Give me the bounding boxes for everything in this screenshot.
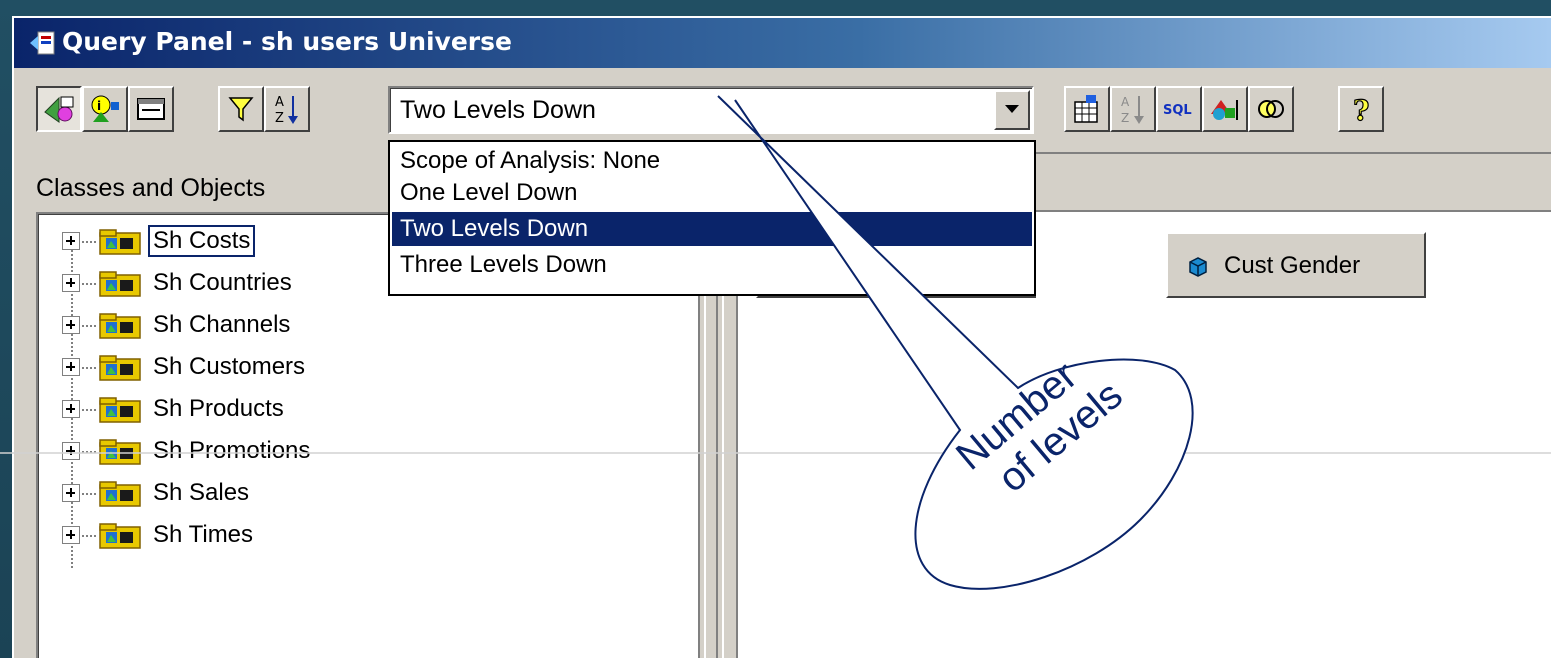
help-button[interactable]: ? bbox=[1338, 86, 1384, 132]
tree-item-label: Sh Times bbox=[153, 521, 254, 548]
expand-plus-icon[interactable] bbox=[62, 232, 80, 250]
options-button[interactable] bbox=[1202, 86, 1248, 132]
tree-item[interactable]: Sh Sales bbox=[38, 474, 678, 514]
tree-item[interactable]: Sh Customers bbox=[38, 348, 678, 388]
sort-disabled-icon: A Z bbox=[1121, 95, 1144, 125]
run-query-button[interactable] bbox=[1064, 86, 1110, 132]
result-object-label: Cust Gender bbox=[1224, 252, 1361, 279]
sql-button[interactable]: SQL bbox=[1156, 86, 1202, 132]
tree-item-label: Sh Products bbox=[153, 395, 284, 422]
filter-funnel-icon bbox=[228, 97, 254, 122]
expand-plus-icon[interactable] bbox=[62, 274, 80, 292]
expand-plus-icon[interactable] bbox=[62, 316, 80, 334]
tree-connector bbox=[82, 325, 96, 327]
class-folder-icon bbox=[99, 271, 141, 297]
tree-item-label: Sh Countries bbox=[153, 269, 292, 296]
dropdown-option-two-levels[interactable]: Two Levels Down bbox=[392, 212, 1032, 246]
query-panel-window: Query Panel - sh users Universe i A Z Tw… bbox=[12, 16, 1551, 658]
sort-disabled-button[interactable]: A Z bbox=[1110, 86, 1156, 132]
scope-of-analysis-combo[interactable]: Two Levels Down bbox=[388, 86, 1034, 134]
tree-connector bbox=[82, 241, 96, 243]
svg-text:?: ? bbox=[1353, 94, 1369, 126]
sql-icon: SQL bbox=[1163, 103, 1192, 118]
combined-queries-button[interactable] bbox=[1248, 86, 1294, 132]
run-query-icon bbox=[1074, 95, 1098, 123]
class-folder-icon bbox=[99, 355, 141, 381]
tree-item-label: Sh Channels bbox=[153, 311, 291, 338]
scope-combo-value: Two Levels Down bbox=[400, 96, 596, 124]
window-title: Query Panel - sh users Universe bbox=[62, 27, 512, 56]
classes-objects-icon bbox=[44, 96, 74, 123]
tree-item-label: Sh Promotions bbox=[153, 437, 311, 464]
help-icon: ? bbox=[1352, 93, 1370, 126]
predefined-conditions-icon: i bbox=[91, 95, 119, 122]
tree-connector bbox=[82, 409, 96, 411]
result-object-button[interactable]: Cust Gender bbox=[1166, 232, 1426, 298]
expand-plus-icon[interactable] bbox=[62, 400, 80, 418]
svg-text:Z: Z bbox=[275, 111, 284, 126]
combo-dropdown-button[interactable] bbox=[994, 90, 1030, 130]
title-bar[interactable]: Query Panel - sh users Universe bbox=[14, 18, 1551, 68]
dropdown-option-one-level[interactable]: One Level Down bbox=[392, 176, 1032, 210]
tree-item-label: Sh Customers bbox=[153, 353, 306, 380]
options-icon bbox=[1211, 100, 1238, 120]
svg-text:SQL: SQL bbox=[1163, 103, 1192, 118]
classes-objects-label: Classes and Objects bbox=[36, 174, 266, 202]
tree-item-label: Sh Sales bbox=[153, 479, 250, 506]
class-folder-icon bbox=[99, 481, 141, 507]
dimension-cube-icon bbox=[1189, 257, 1207, 277]
display-window-icon bbox=[137, 98, 165, 120]
tree-item[interactable]: Sh Products bbox=[38, 390, 678, 430]
tree-connector bbox=[82, 283, 96, 285]
dropdown-option-none[interactable]: Scope of Analysis: None bbox=[392, 144, 1032, 178]
tree-connector bbox=[82, 493, 96, 495]
chevron-down-icon bbox=[1005, 105, 1019, 113]
filter-button[interactable] bbox=[218, 86, 264, 132]
tree-item[interactable]: Sh Channels bbox=[38, 306, 678, 346]
slide-divider-line bbox=[0, 452, 1551, 454]
svg-text:A: A bbox=[275, 95, 284, 110]
tree-item[interactable]: Sh Times bbox=[38, 516, 678, 556]
class-folder-icon bbox=[99, 229, 141, 255]
svg-text:A: A bbox=[1121, 95, 1130, 109]
tree-item-label: Sh Costs bbox=[147, 225, 256, 257]
expand-plus-icon[interactable] bbox=[62, 484, 80, 502]
svg-text:i: i bbox=[97, 99, 101, 113]
expand-plus-icon[interactable] bbox=[62, 526, 80, 544]
expand-plus-icon[interactable] bbox=[62, 358, 80, 376]
display-window-button[interactable] bbox=[128, 86, 174, 132]
class-folder-icon bbox=[99, 397, 141, 423]
class-folder-icon bbox=[99, 523, 141, 549]
svg-text:Z: Z bbox=[1121, 111, 1129, 125]
classes-objects-button[interactable] bbox=[36, 86, 82, 132]
sort-az-icon: A Z bbox=[275, 95, 298, 126]
tree-connector bbox=[82, 367, 96, 369]
dropdown-option-three-levels[interactable]: Three Levels Down bbox=[392, 248, 1032, 282]
class-folder-icon bbox=[99, 313, 141, 339]
expand-plus-icon[interactable] bbox=[62, 442, 80, 460]
sort-button[interactable]: A Z bbox=[264, 86, 310, 132]
combined-queries-icon bbox=[1258, 100, 1284, 118]
query-panel-app-icon bbox=[30, 31, 55, 55]
predefined-conditions-button[interactable]: i bbox=[82, 86, 128, 132]
tree-connector bbox=[82, 535, 96, 537]
scope-dropdown-list[interactable]: Scope of Analysis: None One Level Down T… bbox=[388, 140, 1036, 296]
